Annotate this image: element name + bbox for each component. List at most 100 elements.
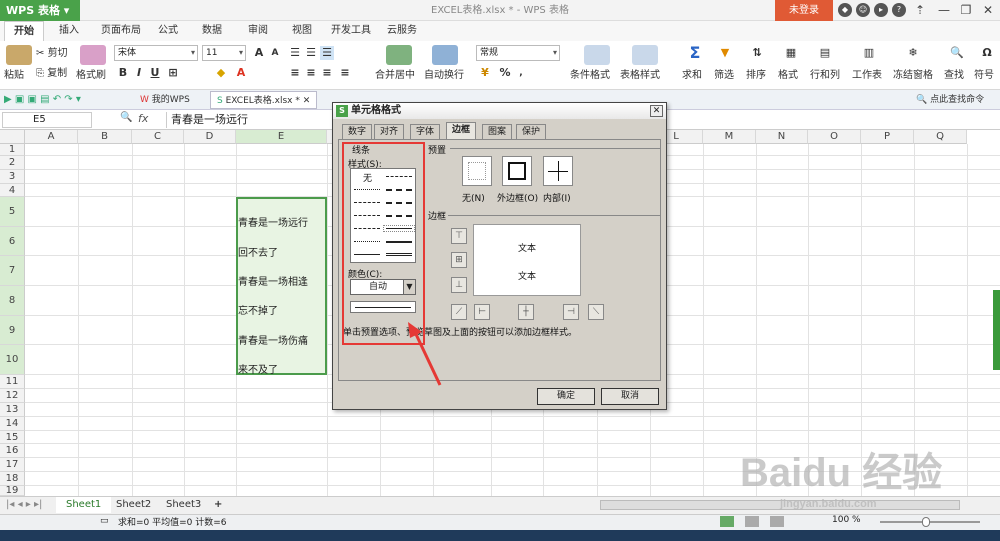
- justify-icon[interactable]: ≡: [338, 66, 352, 80]
- tab-developer[interactable]: 开发工具: [328, 21, 374, 41]
- format-painter-icon[interactable]: [80, 45, 106, 65]
- row-header-14[interactable]: 14: [0, 417, 25, 431]
- wrap-icon[interactable]: [432, 45, 458, 65]
- border-left-button[interactable]: ⊢: [474, 304, 490, 320]
- cond-format-button[interactable]: 条件格式: [570, 68, 610, 84]
- row-header-19[interactable]: 19: [0, 486, 25, 496]
- cond-format-icon[interactable]: [584, 45, 610, 65]
- command-search[interactable]: 🔍 点此查找命令: [910, 91, 990, 109]
- filter-icon[interactable]: ▼: [718, 46, 732, 60]
- sort-button[interactable]: 排序: [746, 68, 766, 84]
- dialog-tab-pattern[interactable]: 图案: [482, 124, 513, 139]
- format-button[interactable]: 格式: [778, 68, 798, 84]
- sum-icon[interactable]: Σ: [688, 45, 702, 61]
- paste-icon[interactable]: [6, 45, 32, 65]
- symbol-icon[interactable]: Ω: [980, 46, 994, 60]
- sheet-tab-1[interactable]: Sheet1: [56, 497, 112, 513]
- row-header-13[interactable]: 13: [0, 403, 25, 417]
- fill-color-button[interactable]: ◆: [214, 66, 228, 80]
- filter-button[interactable]: 筛选: [714, 68, 734, 84]
- row-header-8[interactable]: 8: [0, 286, 25, 316]
- align-top-icon[interactable]: ☰: [288, 46, 302, 60]
- row-header-11[interactable]: 11: [0, 375, 25, 389]
- row-header-15[interactable]: 15: [0, 431, 25, 444]
- dialog-tab-number[interactable]: 数字: [342, 124, 373, 139]
- row-header-3[interactable]: 3: [0, 170, 25, 184]
- currency-icon[interactable]: ¥: [478, 66, 492, 80]
- row-header-9[interactable]: 9: [0, 316, 25, 345]
- row-header-6[interactable]: 6: [0, 227, 25, 256]
- row-header-7[interactable]: 7: [0, 256, 25, 286]
- worksheet-button[interactable]: 工作表: [852, 68, 882, 84]
- row-header-10[interactable]: 10: [0, 345, 25, 375]
- table-style-icon[interactable]: [632, 45, 658, 65]
- cell-e5[interactable]: 青春是一场远行: [238, 214, 308, 229]
- symbol-button[interactable]: 符号: [974, 68, 994, 84]
- tab-data[interactable]: 数据: [194, 21, 230, 41]
- row-header-5[interactable]: 5: [0, 197, 25, 227]
- number-format-select[interactable]: 常规: [476, 45, 560, 61]
- dialog-tab-border[interactable]: 边框: [446, 122, 477, 140]
- dialog-tab-protect[interactable]: 保护: [516, 124, 547, 139]
- sum-button[interactable]: 求和: [682, 68, 702, 84]
- merge-center-button[interactable]: 合并居中: [375, 68, 415, 84]
- help-icon[interactable]: ?: [892, 3, 906, 17]
- row-header-4[interactable]: 4: [0, 184, 25, 197]
- border-diag-up-button[interactable]: ⟋: [451, 304, 467, 320]
- column-header-p[interactable]: P: [861, 130, 914, 144]
- percent-icon[interactable]: %: [498, 66, 512, 80]
- tab-formula[interactable]: 公式: [150, 21, 186, 41]
- sheet-nav-buttons[interactable]: |◂ ◂ ▸ ▸|: [6, 497, 42, 513]
- zoom-formula-icon[interactable]: 🔍: [120, 112, 132, 123]
- cell-e9[interactable]: 青春是一场伤痛: [238, 332, 308, 347]
- cell-e7[interactable]: 青春是一场相逢: [238, 273, 308, 288]
- feedback-icon[interactable]: ☺: [856, 3, 870, 17]
- font-size-select[interactable]: 11: [202, 45, 246, 61]
- preset-outline-button[interactable]: [502, 156, 532, 186]
- row-header-1[interactable]: 1: [0, 144, 25, 156]
- table-style-button[interactable]: 表格样式: [620, 68, 660, 84]
- cell-e6[interactable]: 回不去了: [238, 244, 278, 259]
- sheet-tab-3[interactable]: Sheet3: [156, 497, 211, 513]
- shrink-font-icon[interactable]: A: [268, 46, 282, 60]
- column-header-d[interactable]: D: [184, 130, 236, 144]
- share-icon[interactable]: ▸: [874, 3, 888, 17]
- add-sheet-button[interactable]: +: [204, 497, 232, 513]
- select-all-corner[interactable]: [0, 130, 25, 144]
- row-header-17[interactable]: 17: [0, 458, 25, 472]
- row-col-icon[interactable]: ▤: [818, 46, 832, 60]
- border-middle-button[interactable]: ⊞: [451, 252, 467, 268]
- row-header-2[interactable]: 2: [0, 156, 25, 170]
- underline-button[interactable]: U: [148, 66, 162, 80]
- column-header-c[interactable]: C: [132, 130, 184, 144]
- font-name-select[interactable]: 宋体: [114, 45, 198, 61]
- column-header-b[interactable]: B: [78, 130, 132, 144]
- tab-review[interactable]: 审阅: [240, 21, 276, 41]
- zoom-slider[interactable]: [880, 521, 980, 523]
- grow-font-icon[interactable]: A: [252, 46, 266, 60]
- freeze-icon[interactable]: ❄: [906, 46, 920, 60]
- freeze-panes-button[interactable]: 冻结窗格: [893, 68, 933, 84]
- find-icon[interactable]: 🔍: [950, 46, 964, 60]
- border-top-button[interactable]: ⊤: [451, 228, 467, 244]
- bold-button[interactable]: B: [116, 66, 130, 80]
- cut-button[interactable]: ✂ 剪切: [36, 46, 68, 62]
- column-header-m[interactable]: M: [703, 130, 756, 144]
- close-button[interactable]: ✕: [974, 0, 1000, 21]
- dialog-close-button[interactable]: ✕: [650, 105, 663, 117]
- comma-icon[interactable]: ,: [514, 66, 528, 80]
- dialog-tab-font[interactable]: 字体: [410, 124, 441, 139]
- merge-icon[interactable]: [386, 45, 412, 65]
- column-header-e[interactable]: E: [236, 130, 327, 144]
- normal-view-icon[interactable]: [720, 516, 734, 527]
- column-header-o[interactable]: O: [808, 130, 861, 144]
- format-icon[interactable]: ▦: [784, 46, 798, 60]
- align-bottom-icon[interactable]: ☰: [320, 46, 334, 60]
- row-header-16[interactable]: 16: [0, 444, 25, 458]
- align-right-icon[interactable]: ≡: [320, 66, 334, 80]
- cancel-button[interactable]: 取消: [601, 388, 659, 405]
- find-button[interactable]: 查找: [944, 68, 964, 84]
- align-middle-icon[interactable]: ☰: [304, 46, 318, 60]
- font-color-button[interactable]: A: [234, 66, 248, 80]
- row-col-button[interactable]: 行和列: [810, 68, 840, 84]
